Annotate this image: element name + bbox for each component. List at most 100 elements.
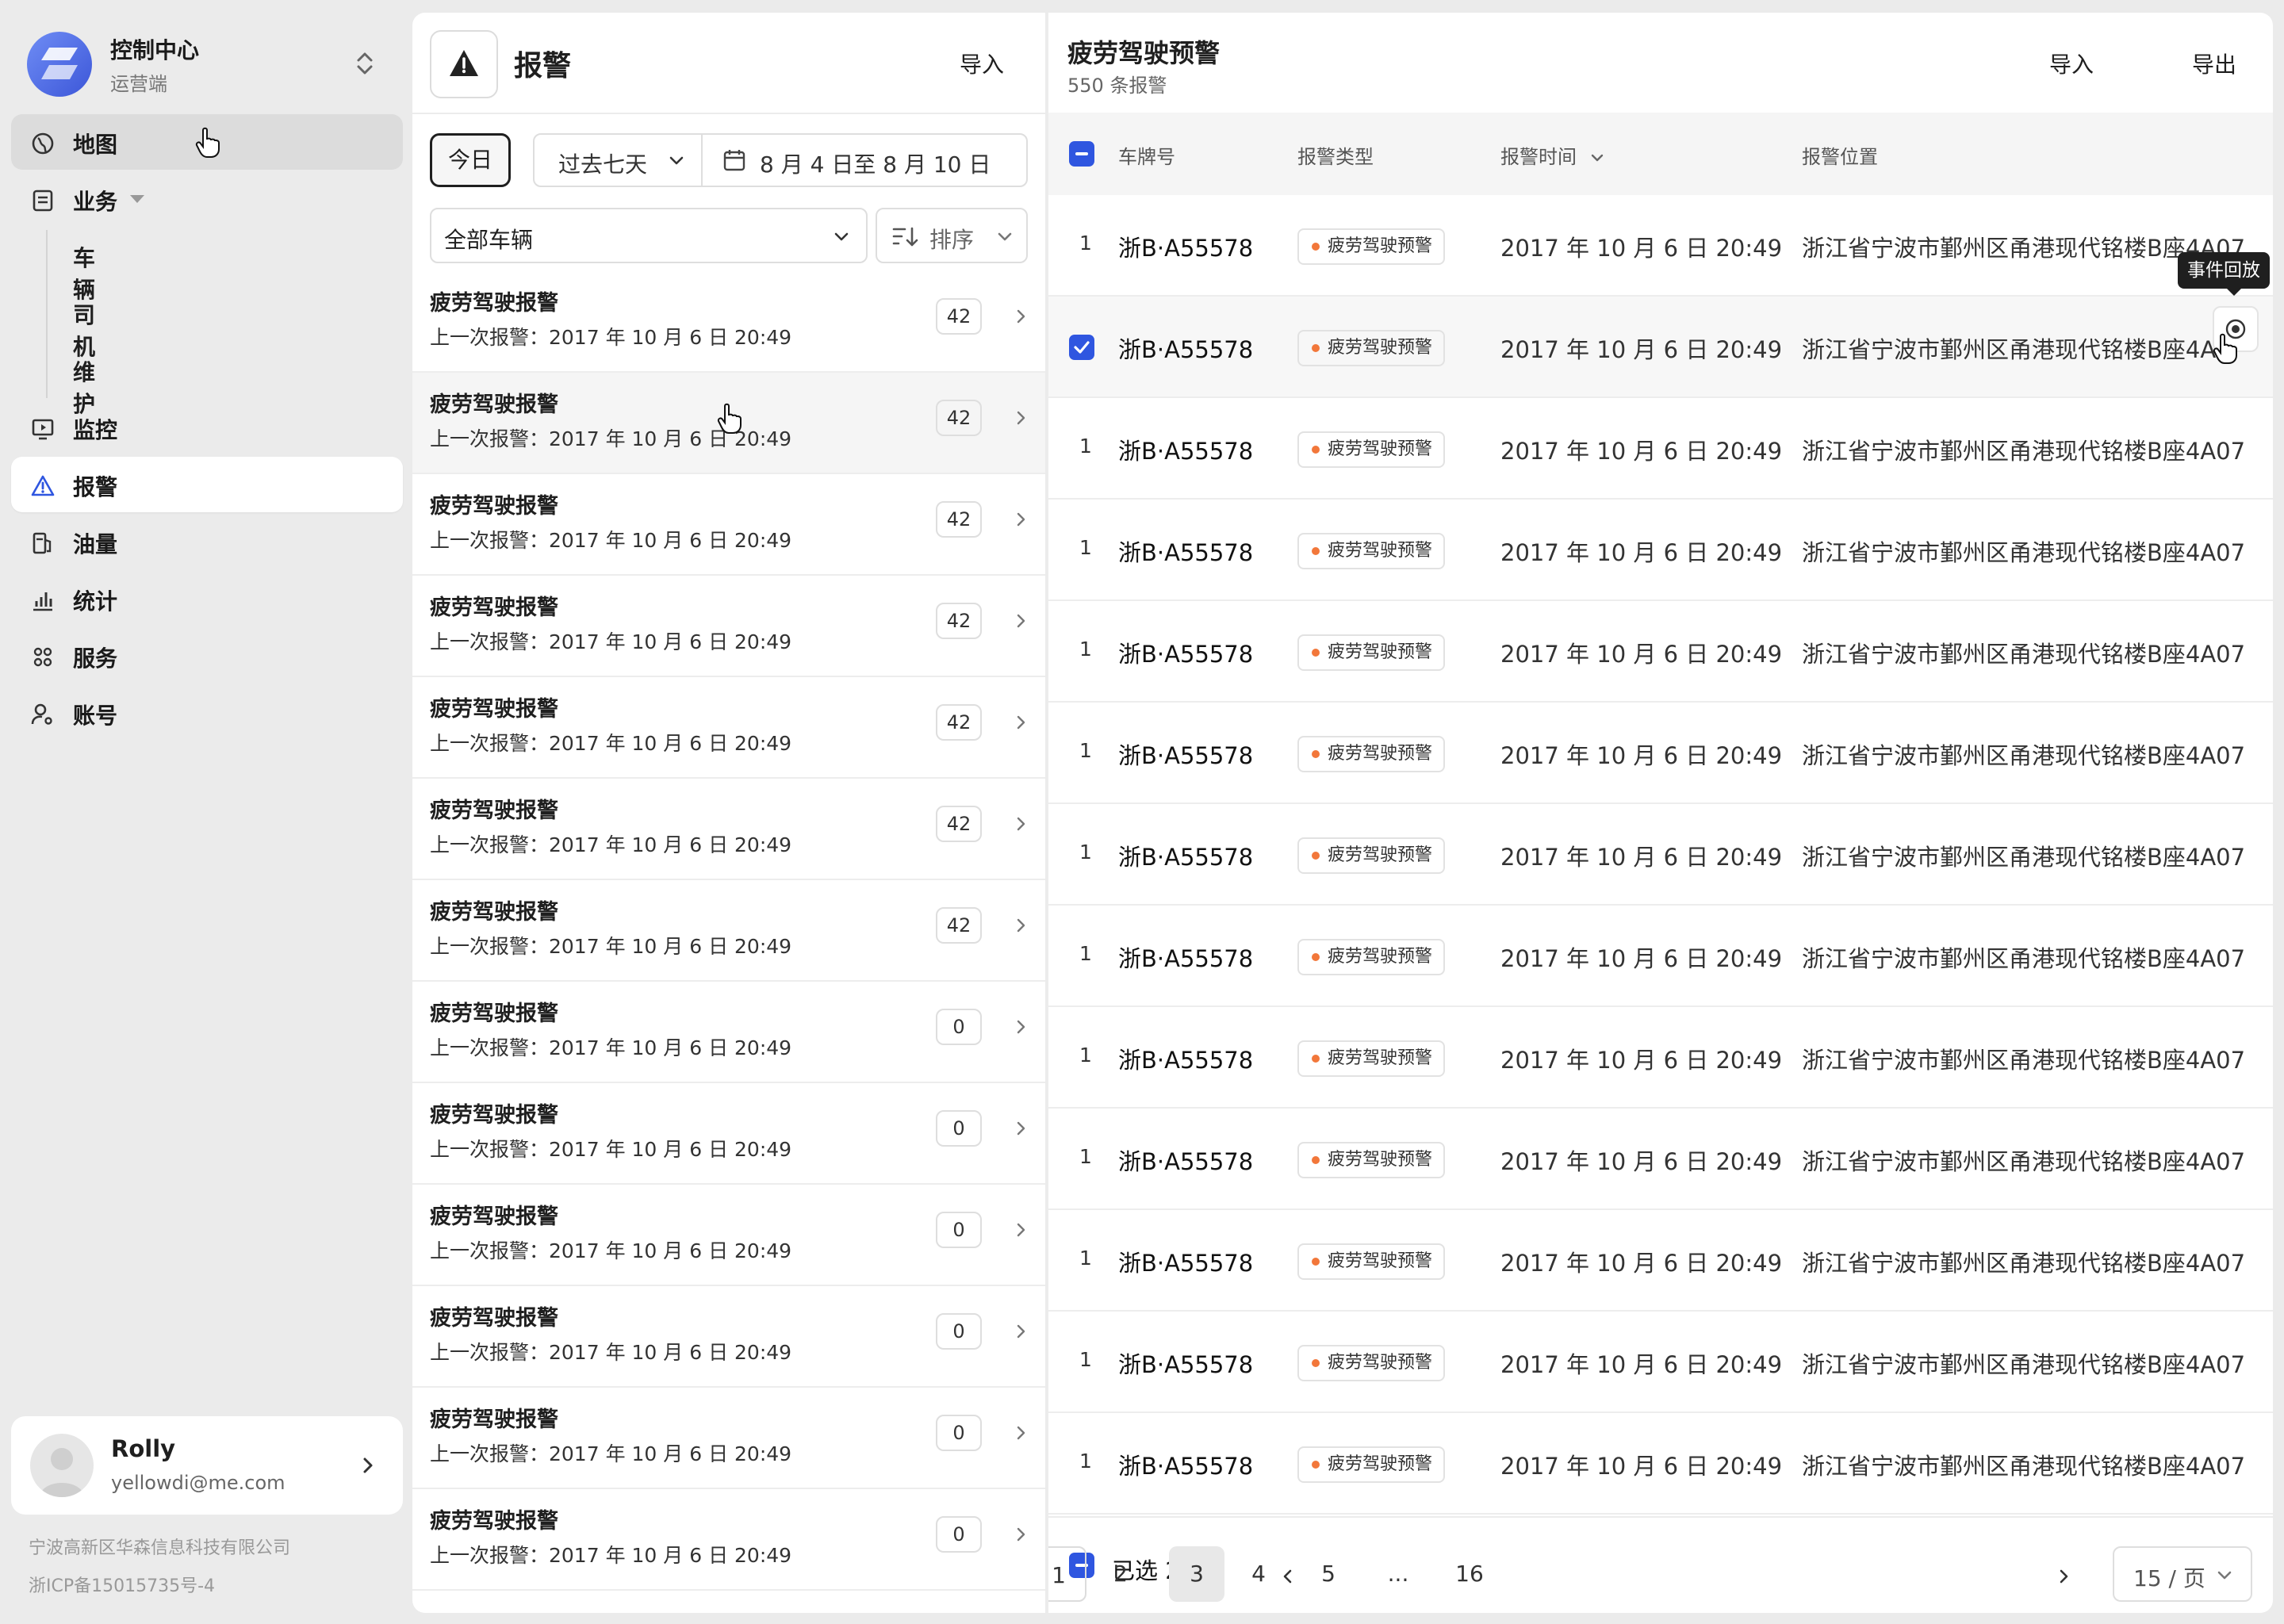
brand-logo [27, 32, 92, 97]
select-all-checkbox[interactable] [1069, 141, 1094, 167]
table-row[interactable]: 1 浙B·A55578 疲劳驾驶预警 2017 年 10 月 6 日 20:49 浙江省… [1048, 906, 2273, 1007]
plate-number: 浙B·A55578 [1118, 1351, 1254, 1378]
table-row[interactable]: 1 浙B·A55578 疲劳驾驶预警 2017 年 10 月 6 日 20:49 浙江省… [1048, 195, 2273, 297]
alarm-category-item[interactable]: 疲劳驾驶报警 上一次报警：2017 年 10 月 6 日 20:49 42 [412, 576, 1045, 677]
sidebar-item-stats[interactable]: 统计 [11, 571, 403, 626]
alarm-last-time: 上一次报警：2017 年 10 月 6 日 20:49 [430, 326, 792, 349]
alarm-time: 2017 年 10 月 6 日 20:49 [1500, 1047, 1783, 1074]
alarm-time: 2017 年 10 月 6 日 20:49 [1500, 844, 1783, 871]
icp-number[interactable]: 浙ICP备15015735号-4 [29, 1572, 215, 1597]
table-row[interactable]: 浙B·A55578 疲劳驾驶预警 2017 年 10 月 6 日 20:49 浙江省宁… [1048, 297, 2273, 398]
sidebar-item-label: 服务 [73, 645, 118, 672]
row-index[interactable]: 1 [1074, 841, 1098, 864]
row-index[interactable]: 1 [1074, 1348, 1098, 1371]
table-row[interactable]: 1 浙B·A55578 疲劳驾驶预警 2017 年 10 月 6 日 20:49 浙江省… [1048, 1007, 2273, 1109]
alarm-category-item[interactable]: 疲劳驾驶报警 上一次报警：2017 年 10 月 6 日 20:49 0 [412, 982, 1045, 1083]
alarm-category-item[interactable]: 疲劳驾驶报警 上一次报警：2017 年 10 月 6 日 20:49 0 [412, 1489, 1045, 1591]
row-index[interactable]: 1 [1074, 435, 1098, 458]
brand-switcher[interactable]: 控制中心 运营端 [27, 29, 408, 98]
calendar-icon [723, 150, 745, 171]
alarm-last-time: 上一次报警：2017 年 10 月 6 日 20:49 [430, 1341, 792, 1364]
user-profile-card[interactable]: Rolly yellowdi@me.com [11, 1416, 403, 1515]
row-index[interactable]: 1 [1074, 1145, 1098, 1168]
import-button[interactable]: 导入 [2049, 48, 2094, 79]
table-row[interactable]: 1 浙B·A55578 疲劳驾驶预警 2017 年 10 月 6 日 20:49 浙江省… [1048, 804, 2273, 906]
today-button[interactable]: 今日 [430, 133, 511, 187]
chevron-down-icon [669, 156, 684, 165]
export-button[interactable]: 导出 [2192, 48, 2236, 79]
page-button[interactable]: 4 [1239, 1546, 1278, 1602]
alarm-category-item[interactable]: 疲劳驾驶报警 上一次报警：2017 年 10 月 6 日 20:49 0 [412, 1286, 1045, 1388]
row-index[interactable]: 1 [1074, 536, 1098, 559]
warning-badge [430, 30, 498, 98]
alarm-location: 浙江省宁波市鄞州区甬港现代铭楼B座4A07 [1802, 1351, 2246, 1378]
table-row[interactable]: 1 浙B·A55578 疲劳驾驶预警 2017 年 10 月 6 日 20:49 浙江省… [1048, 1109, 2273, 1210]
alarm-type-tag: 疲劳驾驶预警 [1297, 228, 1446, 265]
sidebar-item-vehicles[interactable]: 车辆 [73, 241, 95, 304]
alarm-category-item[interactable]: 疲劳驾驶报警 上一次报警：2017 年 10 月 6 日 20:49 42 [412, 880, 1045, 982]
row-index[interactable]: 1 [1074, 638, 1098, 661]
row-index[interactable]: 1 [1074, 1247, 1098, 1270]
tooltip: 事件回放 [2178, 252, 2270, 296]
alarm-category-item[interactable]: 疲劳驾驶报警 上一次报警：2017 年 10 月 6 日 20:49 42 [412, 779, 1045, 880]
row-index[interactable]: 1 [1074, 1044, 1098, 1067]
page-button[interactable]: 5 [1309, 1546, 1348, 1602]
alarm-count-badge: 0 [936, 1212, 982, 1248]
table-row[interactable]: 1 浙B·A55578 疲劳驾驶预警 2017 年 10 月 6 日 20:49 浙江省… [1048, 1312, 2273, 1413]
sidebar-item-label: 油量 [73, 531, 118, 557]
sidebar-item-alarm[interactable]: 报警 [11, 457, 403, 512]
alarm-last-time: 上一次报警：2017 年 10 月 6 日 20:49 [430, 1036, 792, 1059]
column-plate: 车牌号 [1118, 146, 1175, 168]
page-button[interactable]: 2 [1101, 1546, 1140, 1602]
alarm-category-item[interactable]: 疲劳驾驶报警 上一次报警：2017 年 10 月 6 日 20:49 42 [412, 474, 1045, 576]
table-row[interactable]: 1 浙B·A55578 疲劳驾驶预警 2017 年 10 月 6 日 20:49 浙江省… [1048, 1210, 2273, 1312]
sidebar-item-account[interactable]: 账号 [11, 685, 403, 741]
chevron-up-down-icon[interactable] [351, 48, 379, 79]
page-button[interactable]: 1 [1048, 1546, 1086, 1602]
vehicle-filter-select[interactable]: 全部车辆 [430, 208, 868, 263]
table-row[interactable]: 1 浙B·A55578 疲劳驾驶预警 2017 年 10 月 6 日 20:49 浙江省… [1048, 703, 2273, 804]
chevron-right-icon[interactable] [2054, 1567, 2073, 1586]
alarm-location: 浙江省宁波市鄞州区甬港现代铭楼B座4A07 [1802, 1453, 2246, 1480]
row-index[interactable]: 1 [1074, 1450, 1098, 1473]
row-index[interactable]: 1 [1074, 942, 1098, 965]
column-time[interactable]: 报警时间 [1500, 141, 1605, 169]
sidebar-item-service[interactable]: 服务 [11, 628, 403, 684]
alarm-last-time: 上一次报警：2017 年 10 月 6 日 20:49 [430, 1442, 792, 1465]
table-row[interactable]: 1 浙B·A55578 疲劳驾驶预警 2017 年 10 月 6 日 20:49 浙江省… [1048, 1413, 2273, 1515]
date-range-picker[interactable]: 过去七天 8 月 4 日至 8 月 10 日 [533, 133, 1028, 187]
page-button[interactable]: 16 [1450, 1546, 1489, 1602]
alarm-location: 浙江省宁波市鄞州区甬港现代铭楼B座4A07 [1802, 539, 2246, 566]
alarm-time: 2017 年 10 月 6 日 20:49 [1500, 1148, 1783, 1175]
import-button[interactable]: 导入 [960, 48, 1004, 79]
table-row[interactable]: 1 浙B·A55578 疲劳驾驶预警 2017 年 10 月 6 日 20:49 浙江省… [1048, 398, 2273, 500]
alarm-count-badge: 42 [936, 806, 982, 842]
chevron-down-icon [998, 232, 1012, 241]
alarm-category-item[interactable]: 疲劳驾驶报警 上一次报警：2017 年 10 月 6 日 20:49 0 [412, 1388, 1045, 1489]
alarm-count-badge: 42 [936, 907, 982, 944]
sidebar-item-fuel[interactable]: 油量 [11, 514, 403, 569]
alarm-location: 浙江省宁波市鄞州区甬港现代铭楼B座4A [1802, 336, 2217, 363]
sidebar-item-monitor[interactable]: 监控 [11, 400, 403, 455]
page-size-select[interactable]: 15 / 页 [2113, 1546, 2252, 1602]
sidebar-item-business[interactable]: 业务 [11, 171, 403, 227]
alarm-count-badge: 42 [936, 400, 982, 436]
alarm-category-item[interactable]: 疲劳驾驶报警 上一次报警：2017 年 10 月 6 日 20:49 42 [412, 677, 1045, 779]
row-checkbox[interactable] [1069, 335, 1094, 360]
sidebar-item-drivers[interactable]: 司机 [73, 298, 95, 362]
row-index[interactable]: 1 [1074, 232, 1098, 255]
sort-button[interactable]: 排序 [876, 208, 1028, 263]
alarm-count: 550 条报警 [1067, 75, 1167, 97]
alarm-category-item[interactable]: 疲劳驾驶报警 上一次报警：2017 年 10 月 6 日 20:49 0 [412, 1185, 1045, 1286]
row-index[interactable]: 1 [1074, 739, 1098, 762]
avatar [30, 1434, 94, 1497]
alarm-category-title: 疲劳驾驶报警 [430, 900, 558, 925]
table-row[interactable]: 1 浙B·A55578 疲劳驾驶预警 2017 年 10 月 6 日 20:49 浙江省… [1048, 601, 2273, 703]
chevron-left-icon[interactable] [1278, 1567, 1297, 1586]
plate-number: 浙B·A55578 [1118, 945, 1254, 972]
alarm-category-item[interactable]: 疲劳驾驶报警 上一次报警：2017 年 10 月 6 日 20:49 42 [412, 271, 1045, 373]
range-preset-label[interactable]: 过去七天 [558, 147, 647, 179]
alarm-category-item[interactable]: 疲劳驾驶报警 上一次报警：2017 年 10 月 6 日 20:49 0 [412, 1083, 1045, 1185]
page-button[interactable]: 3 [1169, 1546, 1224, 1602]
table-row[interactable]: 1 浙B·A55578 疲劳驾驶预警 2017 年 10 月 6 日 20:49 浙江省… [1048, 500, 2273, 601]
